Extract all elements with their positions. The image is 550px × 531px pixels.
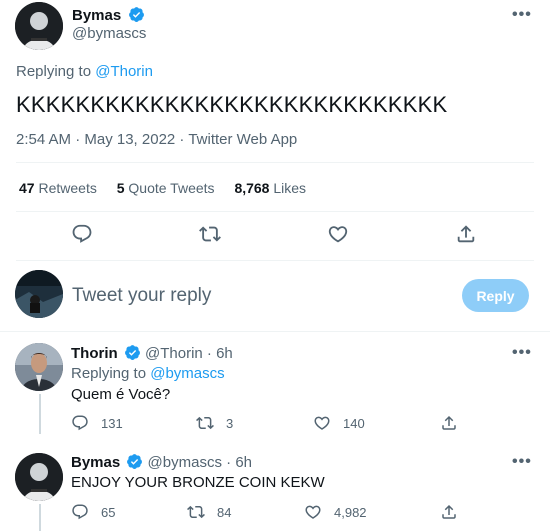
- more-options-icon[interactable]: •••: [512, 6, 532, 24]
- retweet-count: 3: [226, 415, 234, 431]
- share-button[interactable]: [455, 223, 477, 245]
- like-button[interactable]: [327, 223, 349, 245]
- divider: [16, 211, 534, 212]
- quotes-stat[interactable]: 5 Quote Tweets: [117, 180, 215, 196]
- stats-row: 47 Retweets 5 Quote Tweets 8,768 Likes: [19, 180, 306, 196]
- reply-button[interactable]: 131: [71, 414, 123, 432]
- retweets-stat[interactable]: 47 Retweets: [19, 180, 97, 196]
- reply-avatar[interactable]: [15, 343, 63, 391]
- likes-stat[interactable]: 8,768 Likes: [234, 180, 306, 196]
- separator-dot: ·: [206, 345, 212, 362]
- reply-button[interactable]: [71, 223, 93, 245]
- replying-to-label: Replying to: [16, 63, 92, 80]
- reply-submit-button[interactable]: Reply: [462, 279, 529, 312]
- replying-to: Replying to @Thorin: [16, 63, 153, 80]
- reply-text: ENJOY YOUR BRONZE COIN KEKW: [71, 474, 325, 491]
- like-count: 140: [343, 415, 365, 431]
- compose-input[interactable]: Tweet your reply: [72, 285, 211, 307]
- reply-header: Bymas @bymascs · 6h: [71, 453, 252, 471]
- avatar[interactable]: [15, 2, 63, 50]
- author-line: Bymas: [72, 6, 145, 25]
- reply-author-name[interactable]: Bymas: [71, 454, 120, 471]
- like-count: 4,982: [334, 504, 367, 520]
- retweet-button[interactable]: 3: [196, 414, 233, 432]
- verified-badge-icon: [126, 453, 143, 470]
- replying-to: Replying to @bymascs: [71, 365, 225, 382]
- reply-time[interactable]: 6h: [235, 454, 252, 471]
- heart-icon: [314, 416, 330, 430]
- retweet-button[interactable]: [199, 223, 221, 245]
- reply-author-handle[interactable]: @Thorin: [145, 345, 203, 362]
- heart-icon: [305, 505, 321, 519]
- more-options-icon[interactable]: •••: [512, 453, 532, 471]
- tweet-meta[interactable]: 2:54 AM · May 13, 2022 · Twitter Web App: [16, 131, 297, 148]
- separator-dot: ·: [226, 454, 232, 471]
- divider: [0, 331, 550, 332]
- tweet-text: KKKKKKKKKKKKKKKKKKKKKKKKKKKKK: [16, 92, 448, 117]
- reply-header: Thorin @Thorin · 6h: [71, 344, 233, 362]
- retweet-button[interactable]: 84: [187, 503, 231, 521]
- retweet-count: 84: [217, 504, 232, 520]
- reply-author-handle[interactable]: @bymascs: [148, 454, 222, 471]
- verified-badge-icon: [124, 344, 141, 361]
- retweet-icon: [199, 226, 221, 242]
- reply-time[interactable]: 6h: [216, 345, 233, 362]
- reply-avatar[interactable]: [15, 453, 63, 501]
- reply-icon: [72, 224, 92, 243]
- replying-to-link[interactable]: @bymascs: [150, 365, 224, 382]
- replying-to-label: Replying to: [71, 365, 147, 382]
- reply-author-name[interactable]: Thorin: [71, 345, 118, 362]
- author-name[interactable]: Bymas: [72, 7, 121, 24]
- author-handle[interactable]: @bymascs: [72, 25, 146, 42]
- like-button[interactable]: 4,982: [304, 503, 367, 521]
- share-icon: [442, 415, 456, 430]
- reply-count: 65: [101, 504, 116, 520]
- retweet-icon: [187, 505, 205, 519]
- reply-button[interactable]: 65: [71, 503, 115, 521]
- reply-icon: [72, 415, 88, 431]
- replying-to-link[interactable]: @Thorin: [95, 63, 153, 80]
- compose-avatar[interactable]: [15, 270, 63, 318]
- share-button[interactable]: [440, 503, 458, 521]
- retweet-icon: [196, 416, 214, 430]
- more-options-icon[interactable]: •••: [512, 344, 532, 362]
- share-icon: [442, 504, 456, 519]
- reply-text: Quem é Você?: [71, 386, 171, 403]
- share-icon: [457, 225, 475, 243]
- divider: [16, 162, 534, 163]
- heart-icon: [328, 226, 348, 243]
- like-button[interactable]: 140: [313, 414, 365, 432]
- reply-icon: [72, 504, 88, 520]
- reply-count: 131: [101, 415, 123, 431]
- thread-line: [39, 394, 41, 434]
- thread-line: [39, 504, 41, 531]
- share-button[interactable]: [440, 414, 458, 432]
- verified-badge-icon: [128, 6, 145, 23]
- divider: [16, 260, 534, 261]
